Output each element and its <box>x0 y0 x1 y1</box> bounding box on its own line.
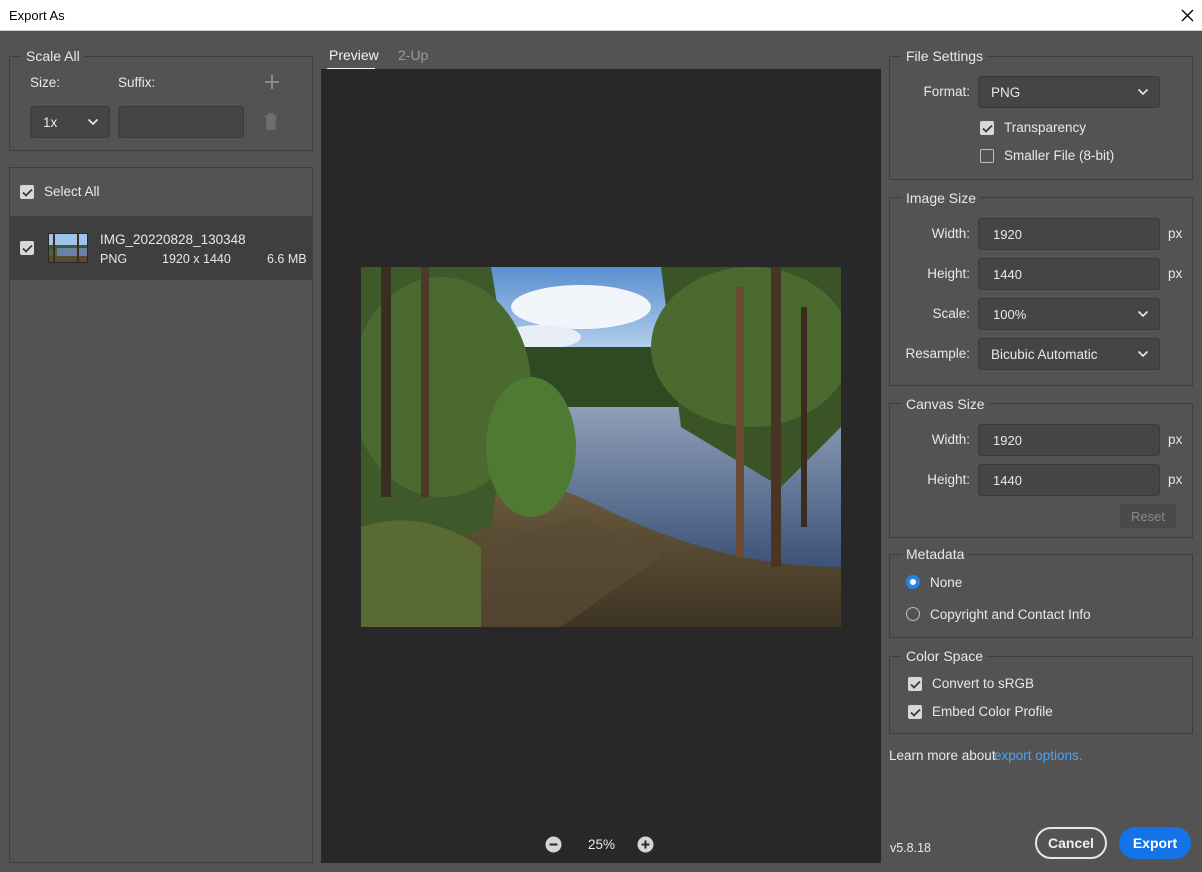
canvas-height-unit: px <box>1168 472 1183 487</box>
canvas-size-heading: Canvas Size <box>902 396 989 412</box>
preview-canvas[interactable] <box>321 69 881 863</box>
scale-all-heading: Scale All <box>22 48 84 64</box>
smaller-file-label: Smaller File (8-bit) <box>1004 148 1115 163</box>
tab-2-up[interactable]: 2-Up <box>398 47 428 63</box>
image-height-unit: px <box>1168 266 1183 281</box>
chevron-down-icon <box>87 118 99 126</box>
reset-button[interactable]: Reset <box>1120 504 1176 528</box>
file-list-item[interactable]: IMG_20220828_130348 PNG 1920 x 1440 6.6 … <box>10 216 312 280</box>
cancel-button[interactable]: Cancel <box>1035 827 1107 859</box>
select-all-checkbox[interactable] <box>20 185 34 199</box>
zoom-in-icon[interactable] <box>637 836 654 853</box>
zoom-level: 25% <box>588 837 616 852</box>
file-settings-heading: File Settings <box>902 48 988 64</box>
metadata-none-radio[interactable] <box>906 575 920 589</box>
file-dimensions: 1920 x 1440 <box>162 252 231 266</box>
size-select[interactable]: 1x <box>30 106 110 138</box>
color-space-heading: Color Space <box>902 648 988 664</box>
chevron-down-icon <box>1137 350 1149 358</box>
scale-select[interactable]: 100% <box>978 298 1160 330</box>
suffix-input[interactable] <box>118 106 244 138</box>
window-title: Export As <box>9 8 65 23</box>
metadata-heading: Metadata <box>902 546 969 562</box>
image-height-input[interactable]: 1440 <box>978 258 1160 290</box>
resample-select[interactable]: Bicubic Automatic <box>978 338 1160 370</box>
resample-label: Resample: <box>905 346 970 361</box>
image-width-input[interactable]: 1920 <box>978 218 1160 250</box>
image-size-heading: Image Size <box>902 190 981 206</box>
title-bar: Export As <box>0 0 1202 31</box>
file-name: IMG_20220828_130348 <box>100 232 246 247</box>
size-select-value: 1x <box>43 114 58 130</box>
convert-srgb-label: Convert to sRGB <box>932 676 1035 691</box>
file-thumbnail <box>48 233 88 263</box>
tab-preview[interactable]: Preview <box>329 47 379 63</box>
metadata-none-label: None <box>930 575 963 590</box>
canvas-height-label: Height: <box>927 472 970 487</box>
canvas-height-input[interactable]: 1440 <box>978 464 1160 496</box>
suffix-label: Suffix: <box>118 75 156 90</box>
color-space-group <box>889 656 1193 734</box>
file-format: PNG <box>100 252 128 266</box>
file-item-checkbox[interactable] <box>20 241 34 255</box>
export-options-link[interactable]: export options. <box>994 748 1083 763</box>
add-scale-icon[interactable] <box>264 74 280 90</box>
canvas-width-label: Width: <box>931 432 970 447</box>
embed-profile-checkbox[interactable] <box>908 705 922 719</box>
transparency-checkbox[interactable] <box>980 121 994 135</box>
format-select[interactable]: PNG <box>978 76 1160 108</box>
version-label: v5.8.18 <box>890 841 932 855</box>
embed-profile-label: Embed Color Profile <box>932 704 1053 719</box>
canvas-width-unit: px <box>1168 432 1183 447</box>
close-icon[interactable] <box>1172 0 1202 31</box>
image-width-label: Width: <box>931 226 970 241</box>
chevron-down-icon <box>1137 310 1149 318</box>
resample-select-value: Bicubic Automatic <box>991 346 1098 362</box>
zoom-out-icon[interactable] <box>545 836 562 853</box>
image-height-label: Height: <box>927 266 970 281</box>
chevron-down-icon <box>1137 88 1149 96</box>
learn-more-text: Learn more about <box>889 748 996 763</box>
format-select-value: PNG <box>991 84 1021 100</box>
format-label: Format: <box>923 84 970 99</box>
metadata-copyright-radio[interactable] <box>906 607 920 621</box>
smaller-file-checkbox[interactable] <box>980 149 994 163</box>
scale-select-value: 100% <box>993 306 1027 322</box>
preview-image <box>361 267 841 627</box>
export-button[interactable]: Export <box>1119 827 1191 859</box>
select-all-label: Select All <box>44 184 100 199</box>
metadata-copyright-label: Copyright and Contact Info <box>930 607 1091 622</box>
canvas-width-input[interactable]: 1920 <box>978 424 1160 456</box>
convert-srgb-checkbox[interactable] <box>908 677 922 691</box>
trash-icon[interactable] <box>263 112 279 130</box>
scale-label: Scale: <box>932 306 970 321</box>
size-label: Size: <box>30 75 61 90</box>
image-width-unit: px <box>1168 226 1183 241</box>
metadata-group <box>889 554 1193 638</box>
file-size: 6.6 MB <box>267 252 307 266</box>
transparency-label: Transparency <box>1004 120 1087 135</box>
